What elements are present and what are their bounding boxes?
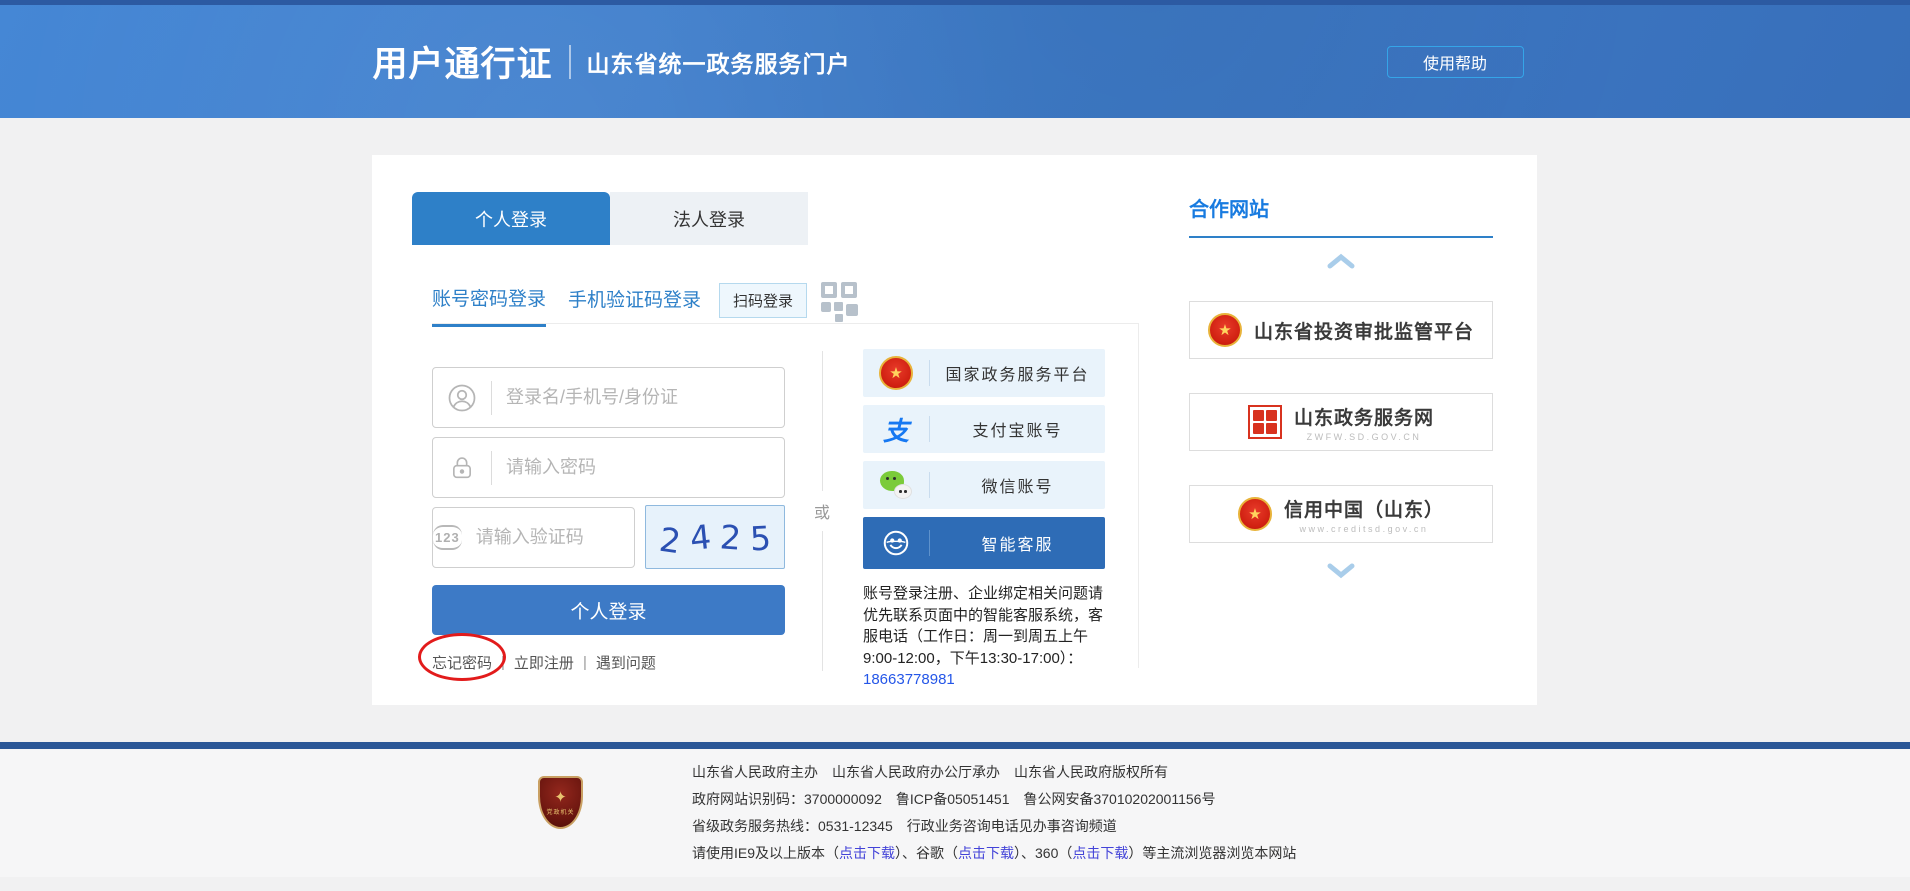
footer-line-icp: 政府网站识别码：3700000092 鲁ICP备05051451 鲁公网安备37…: [692, 786, 1296, 813]
help-button[interactable]: 使用帮助: [1387, 46, 1524, 78]
partners-title: 合作网站: [1189, 193, 1269, 222]
partner-investment-platform[interactable]: ★ 山东省投资审批监管平台: [1189, 301, 1493, 359]
captcha-digit: 4: [688, 517, 713, 558]
or-separator: 或: [813, 351, 831, 671]
login-tabs: 个人登录 法人登录: [412, 192, 808, 245]
page-title: 用户通行证: [373, 36, 553, 87]
tab-personal-login[interactable]: 个人登录: [412, 192, 610, 245]
problem-link[interactable]: 遇到问题: [596, 652, 656, 673]
footer: ✦ 党政机关 山东省人民政府主办 山东省人民政府办公厅承办 山东省人民政府版权所…: [0, 749, 1910, 877]
method-password-login[interactable]: 账号密码登录: [432, 284, 546, 327]
browser-text: 请使用IE9及以上版本（: [692, 845, 839, 861]
national-emblem-icon: ★: [863, 356, 929, 390]
lock-icon: [433, 454, 491, 482]
partner-credit-china[interactable]: ★ 信用中国（山东） www.creditsd.gov.cn: [1189, 485, 1493, 543]
numbers-123-icon: 123: [433, 525, 462, 550]
360-download-link[interactable]: 点击下载: [1072, 845, 1128, 861]
methods-divider: [432, 323, 1138, 324]
login-page: 用户通行证 山东省统一政务服务门户 使用帮助 个人登录 法人登录 账号密码登录 …: [0, 0, 1910, 891]
customer-service-icon: [863, 528, 929, 558]
alipay-login[interactable]: 支 支付宝账号: [863, 405, 1105, 453]
page-subtitle: 山东省统一政务服务门户: [587, 45, 851, 79]
header-banner: 用户通行证 山东省统一政务服务门户 使用帮助: [0, 5, 1910, 118]
captcha-digit: 2: [718, 517, 742, 557]
national-emblem-icon: ★: [1238, 497, 1272, 531]
personal-login-button[interactable]: 个人登录: [432, 585, 785, 635]
footer-line-sponsor: 山东省人民政府主办 山东省人民政府办公厅承办 山东省人民政府版权所有: [692, 759, 1296, 786]
national-emblem-icon: ★: [1208, 313, 1242, 347]
user-icon: [433, 383, 491, 413]
username-input[interactable]: [492, 387, 784, 408]
wechat-login[interactable]: 微信账号: [863, 461, 1105, 509]
method-sms-login[interactable]: 手机验证码登录: [568, 285, 701, 325]
username-field[interactable]: [432, 367, 785, 428]
captcha-digit: 5: [749, 518, 772, 558]
register-link[interactable]: 立即注册: [514, 652, 574, 673]
service-phone-link[interactable]: 18663778981: [863, 671, 955, 688]
partners-panel: 合作网站 ★ 山东省投资审批监管平台 山东政务服务网 ZWFW.SD.GOV.C…: [1189, 155, 1493, 705]
link-separator: |: [583, 654, 587, 671]
partner-zwfw-site[interactable]: 山东政务服务网 ZWFW.SD.GOV.CN: [1189, 393, 1493, 451]
smart-customer-service[interactable]: 智能客服: [863, 517, 1105, 569]
brand: 用户通行证 山东省统一政务服务门户: [373, 36, 851, 87]
footer-line-browser: 请使用IE9及以上版本（点击下载）、谷歌（点击下载）、360（点击下载）等主流浏…: [692, 840, 1296, 867]
captcha-field[interactable]: 123: [432, 507, 635, 568]
password-field[interactable]: [432, 437, 785, 498]
government-badge-icon: ✦ 党政机关: [538, 776, 583, 829]
brand-divider: [569, 45, 571, 79]
wechat-icon: [863, 471, 929, 499]
tab-legal-person-login[interactable]: 法人登录: [610, 192, 808, 245]
chevron-up-icon[interactable]: [1326, 253, 1356, 271]
scan-login-chip[interactable]: 扫码登录: [719, 283, 807, 318]
customer-service-notice: 账号登录注册、企业绑定相关问题请优先联系页面中的智能客服系统，客服电话（工作日：…: [863, 583, 1117, 691]
chrome-download-link[interactable]: 点击下载: [958, 845, 1014, 861]
helper-links: 忘记密码 | 立即注册 | 遇到问题: [432, 652, 656, 673]
column-divider: [1138, 323, 1139, 668]
footer-divider-bar: [0, 742, 1910, 749]
captcha-digit: 2: [656, 519, 682, 561]
login-card: 个人登录 法人登录 账号密码登录 手机验证码登录 扫码登录: [372, 155, 1537, 705]
password-input[interactable]: [492, 457, 784, 478]
ie-download-link[interactable]: 点击下载: [839, 845, 895, 861]
chevron-down-icon[interactable]: [1326, 561, 1356, 579]
notice-text: 账号登录注册、企业绑定相关问题请优先联系页面中的智能客服系统，客服电话（工作日：…: [863, 585, 1103, 667]
browser-text: ）、谷歌（: [895, 845, 958, 861]
seal-icon: [1248, 405, 1282, 439]
link-separator: |: [501, 654, 505, 671]
browser-text: ）等主流浏览器浏览本网站: [1128, 845, 1296, 861]
qr-code-icon[interactable]: [821, 280, 863, 324]
national-platform-login[interactable]: ★ 国家政务服务平台: [863, 349, 1105, 397]
forgot-password-link[interactable]: 忘记密码: [432, 652, 492, 673]
browser-text: ）、360（: [1014, 845, 1072, 861]
alipay-icon: 支: [863, 411, 929, 448]
captcha-image[interactable]: 2 4 2 5: [645, 505, 785, 569]
footer-line-hotline: 省级政务服务热线：0531-12345 行政业务咨询电话见办事咨询频道: [692, 813, 1296, 840]
partners-underline: [1189, 236, 1493, 238]
